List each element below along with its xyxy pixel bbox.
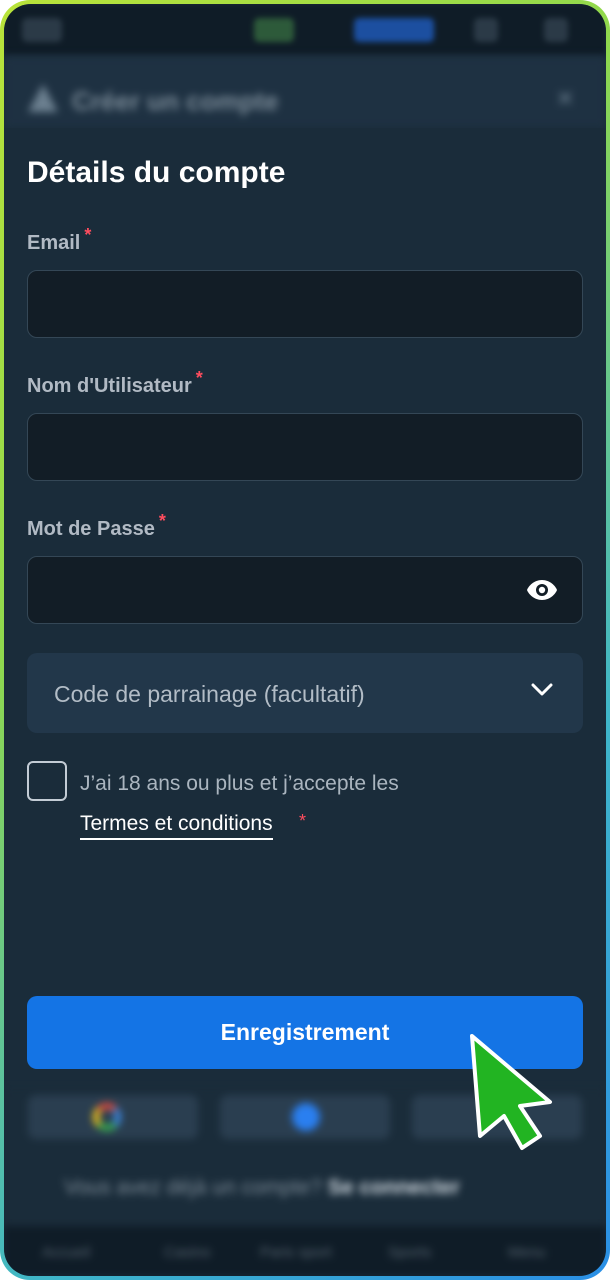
brand-logo-icon: [28, 84, 58, 112]
terms-link[interactable]: Termes et conditions: [80, 812, 273, 840]
login-prompt: Vous avez déjà un compte? Se connecter: [64, 1176, 460, 1199]
section-title: Détails du compte: [27, 156, 286, 189]
nav-item[interactable]: Accueil: [42, 1244, 90, 1261]
terms-text: J’ai 18 ans ou plus et j’accepte les: [80, 772, 399, 795]
username-label: Nom d'Utilisateur *: [27, 368, 203, 397]
email-field[interactable]: [27, 270, 583, 338]
email-label: Email *: [27, 225, 92, 254]
login-link[interactable]: Se connecter: [328, 1176, 460, 1199]
signup-form: Détails du compte Email * Nom d'Utilisate…: [4, 128, 606, 1094]
app-screen: Créer un compte ✕ Détails du compte Emai…: [4, 4, 606, 1276]
google-icon: [93, 1103, 121, 1131]
social-login-button[interactable]: [220, 1095, 390, 1139]
menu-icon: [22, 18, 62, 42]
deposit-button: [354, 18, 434, 42]
required-mark: *: [195, 368, 203, 388]
profile-icon: [544, 18, 568, 42]
nav-item[interactable]: Casino: [164, 1244, 211, 1261]
required-mark: *: [299, 811, 307, 831]
referral-code-label: Code de parrainage (facultatif): [54, 681, 365, 707]
terms-checkbox[interactable]: [27, 761, 67, 801]
required-mark: *: [158, 511, 166, 531]
top-app-bar: [4, 4, 606, 56]
show-password-icon[interactable]: [526, 579, 558, 601]
device-frame: Créer un compte ✕ Détails du compte Emai…: [0, 0, 610, 1280]
referral-code-dropdown[interactable]: Code de parrainage (facultatif): [27, 653, 583, 733]
google-login-button[interactable]: [28, 1095, 198, 1139]
modal-header: Créer un compte ✕: [4, 56, 606, 128]
close-icon[interactable]: ✕: [556, 86, 580, 111]
password-field[interactable]: [27, 556, 583, 624]
modal-title: Créer un compte: [72, 86, 279, 116]
required-mark: *: [84, 225, 92, 245]
nav-item[interactable]: Sports: [388, 1244, 431, 1261]
password-label: Mot de Passe *: [27, 511, 166, 540]
nav-item[interactable]: Menu: [508, 1244, 546, 1261]
nav-item[interactable]: Paris sport: [260, 1244, 332, 1261]
search-icon: [474, 18, 498, 42]
pointer-cursor-icon: [470, 1034, 552, 1150]
wallet-icon: [254, 18, 294, 42]
bottom-nav: Accueil Casino Paris sport Sports Menu: [4, 1226, 606, 1276]
social-icon: [292, 1103, 320, 1131]
username-field[interactable]: [27, 413, 583, 481]
chevron-down-icon: [531, 683, 553, 696]
